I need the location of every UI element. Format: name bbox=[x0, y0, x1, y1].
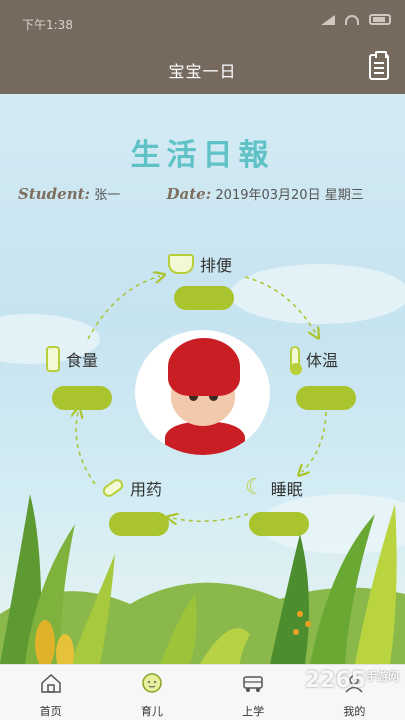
tab-parenting[interactable]: 育儿 bbox=[101, 665, 202, 720]
clipboard-icon[interactable] bbox=[369, 51, 389, 80]
tab-school[interactable]: 上学 bbox=[203, 665, 304, 720]
battery-icon bbox=[369, 14, 391, 25]
item-temperature: 体温 bbox=[290, 346, 339, 375]
status-bar: 下午1:38 bbox=[0, 0, 405, 44]
app-bar: 宝宝一日 bbox=[0, 44, 405, 94]
temperature-value-pill[interactable] bbox=[296, 386, 356, 410]
tab-home[interactable]: 首页 bbox=[0, 665, 101, 720]
food-value-pill[interactable] bbox=[52, 386, 112, 410]
thermometer-icon bbox=[290, 346, 302, 375]
baby-photo[interactable] bbox=[135, 330, 270, 455]
tab-parenting-label: 育儿 bbox=[140, 705, 163, 718]
baby-face-icon bbox=[142, 673, 162, 693]
site-watermark: 2265手游网 bbox=[304, 668, 399, 693]
stool-label: 排便 bbox=[200, 256, 233, 275]
page-title: 宝宝一日 bbox=[168, 62, 237, 81]
wifi-icon bbox=[345, 14, 359, 25]
item-food: 食量 bbox=[46, 346, 98, 372]
item-stool: 排便 bbox=[168, 252, 232, 276]
temperature-label: 体温 bbox=[306, 351, 339, 370]
stool-value-pill[interactable] bbox=[174, 286, 234, 310]
tab-profile-label: 我的 bbox=[343, 705, 366, 718]
status-icons bbox=[321, 14, 391, 25]
school-bus-icon bbox=[243, 676, 263, 692]
tab-home-label: 首页 bbox=[39, 705, 62, 718]
bottle-icon bbox=[46, 346, 60, 372]
home-icon bbox=[40, 673, 61, 693]
diaper-icon bbox=[168, 254, 194, 274]
signal-icon bbox=[321, 14, 335, 25]
status-time: 下午1:38 bbox=[22, 18, 73, 32]
food-label: 食量 bbox=[66, 351, 99, 370]
daily-report-card: 生活日報 Student: 张一 Date: 2019年03月20日 星期三 排… bbox=[0, 94, 405, 664]
tab-school-label: 上学 bbox=[242, 705, 265, 718]
plant-decoration bbox=[0, 494, 405, 664]
